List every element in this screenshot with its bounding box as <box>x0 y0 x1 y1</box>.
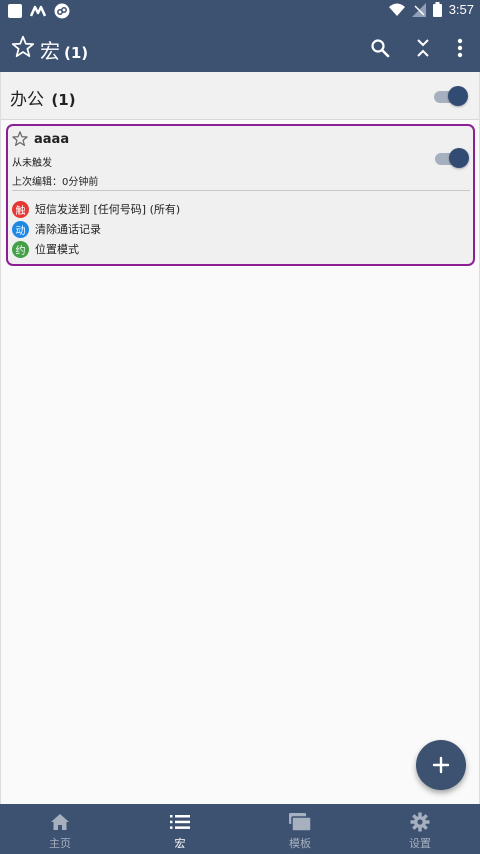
nav-templates[interactable]: 模板 <box>240 804 360 854</box>
nav-settings-label: 设置 <box>409 837 431 850</box>
favorite-star-icon[interactable] <box>11 130 29 148</box>
macro-name: aaaa <box>34 132 70 147</box>
list-icon <box>169 812 191 832</box>
battery-icon <box>432 2 442 17</box>
home-icon <box>49 812 71 832</box>
nav-templates-label: 模板 <box>289 837 311 850</box>
search-icon <box>371 39 390 58</box>
templates-icon <box>289 812 311 832</box>
trigger-badge: 触 <box>12 200 29 218</box>
wifi-icon <box>388 3 405 16</box>
category-header[interactable]: 办公 (1) <box>1 72 479 120</box>
m-logo-icon <box>30 5 46 17</box>
add-macro-button[interactable] <box>416 740 466 790</box>
bottom-navigation: 主页 宏 模板 设置 <box>0 804 480 854</box>
macro-action-row: 动 清除通话记录 <box>12 220 101 238</box>
page-title-text: 宏 <box>40 39 60 63</box>
macro-enable-toggle[interactable] <box>435 148 469 168</box>
nav-settings[interactable]: 设置 <box>360 804 480 854</box>
search-button[interactable] <box>366 34 394 62</box>
page-title-count: (1) <box>64 44 89 62</box>
more-vertical-icon <box>457 38 463 58</box>
action-badge: 动 <box>12 220 29 238</box>
app-toolbar: 宏 (1) <box>0 24 480 72</box>
page-title: 宏 (1) <box>40 35 88 64</box>
macro-last-edited: 上次编辑：0分钟前 <box>12 177 99 188</box>
category-name: 办公 <box>10 90 44 110</box>
nav-macros[interactable]: 宏 <box>120 804 240 854</box>
macro-trigger-row: 触 短信发送到 [任何号码] (所有) <box>12 200 180 218</box>
plus-icon <box>432 756 450 774</box>
status-bar: 3:57 <box>0 0 480 24</box>
notification-icons <box>8 3 70 19</box>
gear-icon <box>409 812 431 832</box>
toggle-thumb <box>449 148 469 168</box>
constraint-badge: 约 <box>12 240 29 258</box>
nav-home-label: 主页 <box>49 837 71 850</box>
macro-card[interactable]: aaaa 从未触发 上次编辑：0分钟前 触 短信发送到 [任何号码] (所有) … <box>6 124 475 266</box>
clock: 3:57 <box>448 2 474 17</box>
nav-home[interactable]: 主页 <box>0 804 120 854</box>
category-count: (1) <box>51 91 76 109</box>
app-notification-icon <box>8 4 22 18</box>
category-title: 办公 (1) <box>10 85 76 110</box>
overflow-menu-button[interactable] <box>446 34 474 62</box>
macro-trigger-status: 从未触发 <box>12 158 52 169</box>
card-divider <box>12 190 470 191</box>
nav-macros-label: 宏 <box>174 837 186 850</box>
toggle-thumb <box>448 86 468 106</box>
collapse-icon <box>417 39 429 57</box>
collapse-all-button[interactable] <box>409 34 437 62</box>
signal-icon <box>411 2 426 17</box>
trigger-text: 短信发送到 [任何号码] (所有) <box>35 203 181 216</box>
action-text: 清除通话记录 <box>35 223 101 236</box>
star-outline-icon[interactable] <box>10 34 36 60</box>
constraint-text: 位置模式 <box>35 243 79 256</box>
category-enable-toggle[interactable] <box>434 86 468 106</box>
link-badge-icon <box>54 3 70 19</box>
macro-list: 办公 (1) aaaa 从未触发 上次编辑：0分钟前 触 短信发送到 [任何号码… <box>0 72 480 804</box>
system-icons: 3:57 <box>388 2 474 17</box>
macro-constraint-row: 约 位置模式 <box>12 240 79 258</box>
